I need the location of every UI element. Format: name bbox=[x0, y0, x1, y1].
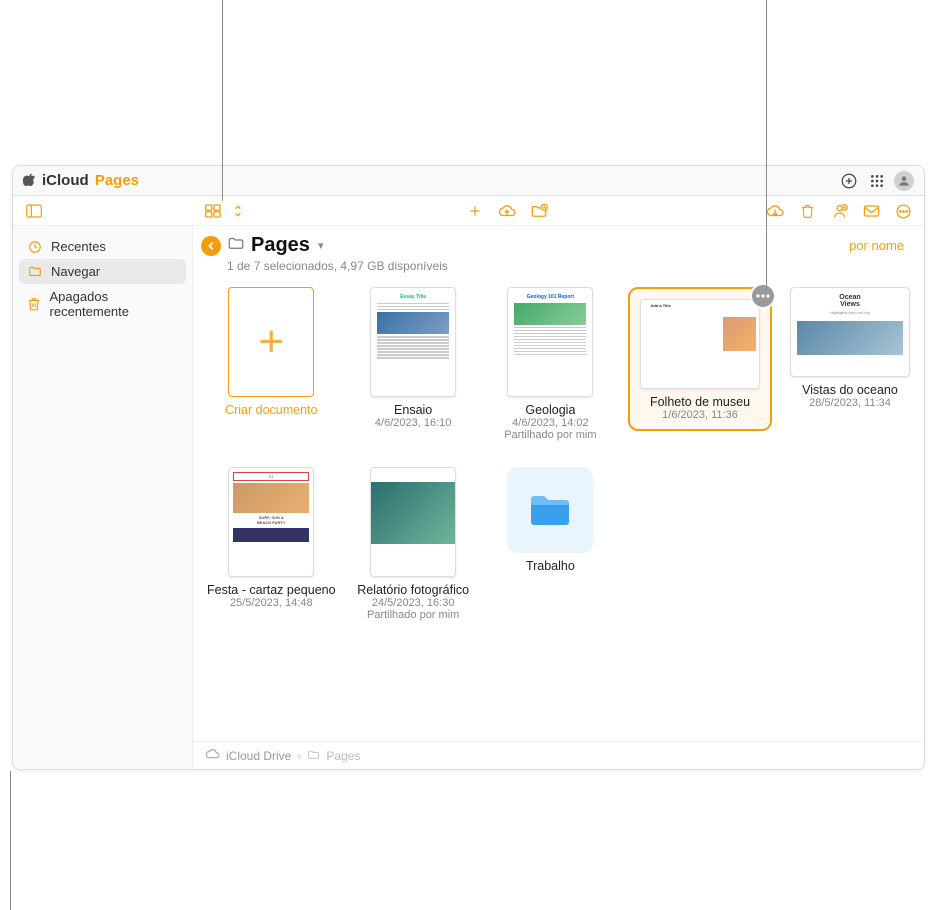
sidebar-item-recents[interactable]: Recentes bbox=[19, 234, 186, 259]
sidebar-item-label: Apagados recentemente bbox=[50, 289, 178, 319]
sort-by-button[interactable]: por nome bbox=[849, 238, 910, 253]
callout-line-view-switcher bbox=[222, 0, 223, 201]
trash-icon bbox=[27, 297, 42, 311]
document-date: 1/6/2023, 11:36 bbox=[640, 409, 760, 421]
document-shared-label: Partilhado por mim bbox=[504, 429, 596, 441]
folder-large-icon bbox=[527, 491, 573, 529]
app-window: iCloud Pages Recentes bbox=[12, 165, 925, 770]
brand-label: iCloud Pages bbox=[42, 172, 139, 189]
document-tile[interactable]: Geology 101 Report Geologia 4/6/2023, 14… bbox=[491, 287, 610, 441]
document-tile[interactable]: Essay Title Ensaio 4/6/2023, 16:10 bbox=[354, 287, 473, 429]
documents-grid: + Criar documento Essay Title Ensaio 4/6… bbox=[193, 283, 924, 631]
folder-icon bbox=[27, 265, 43, 279]
brand-pages: Pages bbox=[95, 172, 139, 189]
view-switcher-chevrons-icon[interactable] bbox=[227, 200, 249, 222]
more-circle-icon[interactable] bbox=[892, 200, 914, 222]
view-switcher-icon[interactable] bbox=[203, 200, 225, 222]
create-document-thumb: + bbox=[228, 287, 314, 397]
plus-icon: + bbox=[258, 317, 284, 367]
document-thumb: OceanViewsHighlights from our trip bbox=[790, 287, 910, 377]
brand-icloud: iCloud bbox=[42, 172, 89, 189]
document-title: Geologia bbox=[525, 403, 575, 417]
document-thumb: 01SURF, SUN &BEACH PARTY bbox=[228, 467, 314, 577]
document-shared-label: Partilhado por mim bbox=[367, 609, 459, 621]
add-circle-icon[interactable] bbox=[838, 170, 860, 192]
selection-status: 1 de 7 selecionados, 4,97 GB disponíveis bbox=[193, 257, 924, 283]
main-panel: Pages ▾ por nome 1 de 7 selecionados, 4,… bbox=[193, 226, 924, 769]
more-actions-button[interactable] bbox=[752, 285, 774, 307]
new-doc-icon[interactable] bbox=[464, 200, 486, 222]
callout-line-selected-doc bbox=[766, 0, 767, 290]
sidebar-item-label: Navegar bbox=[51, 264, 100, 279]
sidebar-item-browse[interactable]: Navegar bbox=[19, 259, 186, 284]
create-document-tile[interactable]: + Criar documento bbox=[207, 287, 336, 417]
delete-icon[interactable] bbox=[796, 200, 818, 222]
folder-tile[interactable]: Trabalho bbox=[491, 467, 610, 573]
document-title: Festa - cartaz pequeno bbox=[207, 583, 336, 597]
document-thumb: Geology 101 Report bbox=[507, 287, 593, 397]
path-row: Pages ▾ por nome bbox=[193, 226, 924, 257]
document-thumb bbox=[370, 467, 456, 577]
folder-title: Trabalho bbox=[526, 559, 575, 573]
document-date: 4/6/2023, 16:10 bbox=[375, 417, 451, 429]
chevron-down-icon[interactable]: ▾ bbox=[318, 239, 324, 252]
document-title: Ensaio bbox=[394, 403, 432, 417]
share-people-icon[interactable] bbox=[828, 200, 850, 222]
folder-thumb bbox=[507, 467, 593, 553]
new-folder-icon[interactable] bbox=[528, 200, 550, 222]
toggle-sidebar-icon[interactable] bbox=[23, 200, 45, 222]
apps-grid-icon[interactable] bbox=[866, 170, 888, 192]
back-button[interactable] bbox=[201, 236, 221, 256]
mail-icon[interactable] bbox=[860, 200, 882, 222]
document-date: 24/5/2023, 16:30 bbox=[372, 597, 455, 609]
document-tile[interactable]: 01SURF, SUN &BEACH PARTY Festa - cartaz … bbox=[207, 467, 336, 609]
chevron-right-icon: › bbox=[297, 749, 301, 763]
sidebar-item-recently-deleted[interactable]: Apagados recentemente bbox=[19, 284, 186, 324]
location-title[interactable]: Pages bbox=[251, 234, 310, 257]
document-tile-selected[interactable]: Add a Title Folheto de museu 1/6/2023, 1… bbox=[628, 287, 772, 431]
document-thumb: Essay Title bbox=[370, 287, 456, 397]
document-tile[interactable]: Relatório fotográfico 24/5/2023, 16:30 P… bbox=[354, 467, 473, 621]
breadcrumb: iCloud Drive › Pages bbox=[193, 741, 924, 769]
callout-line-sidebar bbox=[10, 771, 11, 910]
location-folder-icon bbox=[227, 235, 245, 256]
upload-cloud-icon[interactable] bbox=[496, 200, 518, 222]
clock-icon bbox=[27, 240, 43, 254]
account-avatar[interactable] bbox=[894, 171, 914, 191]
document-date: 25/5/2023, 14:48 bbox=[230, 597, 313, 609]
sidebar: Recentes Navegar Apagados recentemente bbox=[13, 226, 193, 769]
cloud-icon bbox=[205, 748, 220, 763]
breadcrumb-root[interactable]: iCloud Drive bbox=[226, 749, 291, 763]
sidebar-item-label: Recentes bbox=[51, 239, 106, 254]
create-document-label: Criar documento bbox=[225, 403, 317, 417]
document-date: 4/6/2023, 14:02 bbox=[512, 417, 588, 429]
apple-logo-icon bbox=[23, 173, 36, 189]
titlebar: iCloud Pages bbox=[13, 166, 924, 196]
document-date: 28/5/2023, 11:34 bbox=[809, 397, 891, 409]
breadcrumb-current[interactable]: Pages bbox=[326, 749, 360, 763]
document-tile[interactable]: OceanViewsHighlights from our trip Vista… bbox=[790, 287, 910, 409]
folder-small-icon bbox=[307, 749, 320, 763]
document-thumb: Add a Title bbox=[640, 299, 760, 389]
document-title: Vistas do oceano bbox=[802, 383, 898, 397]
download-cloud-icon[interactable] bbox=[764, 200, 786, 222]
document-title: Relatório fotográfico bbox=[357, 583, 469, 597]
document-title: Folheto de museu bbox=[640, 395, 760, 409]
